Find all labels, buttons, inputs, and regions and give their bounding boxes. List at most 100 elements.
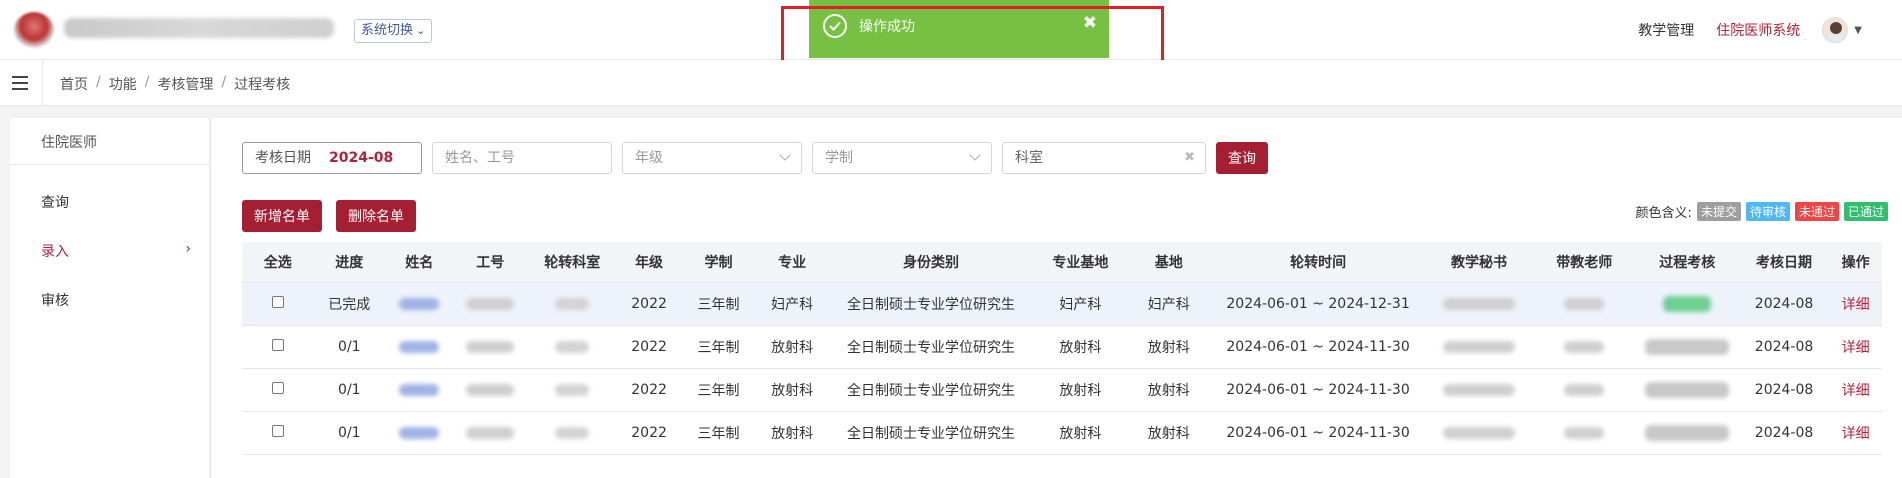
identity-cell: 全日制硕士专业学位研究生 bbox=[827, 368, 1035, 412]
assessment-status-blurred[interactable] bbox=[1645, 338, 1730, 355]
breadcrumb-home[interactable]: 首页 bbox=[60, 74, 88, 94]
col-secretary: 教学秘书 bbox=[1425, 242, 1533, 283]
sidebar-item-review[interactable]: 审核 bbox=[41, 290, 191, 310]
system-switch-select[interactable]: 系统切换 ⌄ bbox=[354, 19, 433, 43]
assessment-status-blurred[interactable] bbox=[1645, 424, 1730, 441]
col-assessment-date: 考核日期 bbox=[1738, 242, 1830, 283]
base-cell: 放射科 bbox=[1126, 411, 1211, 455]
nav-resident-system[interactable]: 住院医师系统 bbox=[1716, 20, 1800, 40]
assessment-date-cell: 2024-08 bbox=[1738, 325, 1830, 369]
site-name-blurred bbox=[64, 18, 334, 38]
nav-teaching-management[interactable]: 教学管理 bbox=[1638, 20, 1694, 40]
col-teacher: 带教老师 bbox=[1532, 242, 1636, 283]
detail-link[interactable]: 详细 bbox=[1829, 411, 1882, 455]
assessment-table: 全选 进度 姓名 工号 轮转科室 年级 学制 专业 身份类别 专业基地 基地 轮… bbox=[242, 242, 1882, 455]
query-button[interactable]: 查询 bbox=[1216, 142, 1268, 174]
secretary-blurred bbox=[1443, 340, 1516, 353]
breadcrumb: 首页 / 功能 / 考核管理 / 过程考核 bbox=[60, 74, 291, 94]
id-blurred bbox=[466, 340, 515, 353]
status-badge-passed: 已通过 bbox=[1843, 202, 1888, 221]
sidebar-item-entry[interactable]: 录入 › bbox=[41, 241, 191, 261]
date-label: 考核日期 bbox=[255, 150, 311, 166]
sidebar-item-label: 录入 bbox=[41, 244, 69, 260]
col-select-all[interactable]: 全选 bbox=[242, 242, 314, 283]
row-checkbox[interactable] bbox=[271, 295, 284, 308]
sidebar-item-query[interactable]: 查询 bbox=[41, 192, 191, 212]
col-name: 姓名 bbox=[385, 242, 454, 283]
base-cell: 放射科 bbox=[1126, 368, 1211, 412]
avatar[interactable] bbox=[1822, 17, 1849, 43]
sidebar-section-title: 住院医师 bbox=[41, 135, 97, 151]
detail-link[interactable]: 详细 bbox=[1829, 282, 1882, 326]
col-id: 工号 bbox=[453, 242, 528, 283]
sidebar: 住院医师 查询 录入 › 审核 bbox=[10, 118, 210, 478]
clear-icon[interactable]: ✖ bbox=[1184, 143, 1195, 173]
identity-cell: 全日制硕士专业学位研究生 bbox=[827, 282, 1035, 326]
progress-cell: 0/1 bbox=[313, 368, 386, 412]
dept-blurred bbox=[555, 340, 590, 353]
teacher-blurred bbox=[1564, 426, 1605, 439]
assessment-status-blurred[interactable] bbox=[1663, 295, 1712, 312]
name-blurred[interactable] bbox=[399, 383, 440, 396]
dept-blurred bbox=[555, 426, 590, 439]
chevron-down-icon: ⌄ bbox=[416, 24, 426, 37]
secretary-blurred bbox=[1443, 297, 1516, 310]
table-row: 0/1 2022 三年制 放射科 全日制硕士专业学位研究生 放射科 放射科 20… bbox=[242, 411, 1882, 455]
system-select[interactable]: 学制 bbox=[812, 142, 992, 174]
legend-label: 颜色含义: bbox=[1635, 206, 1692, 221]
grade-cell: 2022 bbox=[617, 368, 681, 412]
grade-select[interactable]: 年级 bbox=[622, 142, 802, 174]
assessment-date-field[interactable]: 考核日期 2024-08 bbox=[242, 142, 422, 174]
system-cell: 三年制 bbox=[680, 282, 757, 326]
hospital-logo bbox=[14, 12, 54, 48]
assessment-status-blurred[interactable] bbox=[1645, 381, 1730, 398]
teacher-blurred bbox=[1564, 297, 1605, 310]
teacher-blurred bbox=[1564, 340, 1605, 353]
base-cell: 放射科 bbox=[1126, 325, 1211, 369]
col-process-assessment: 过程考核 bbox=[1635, 242, 1739, 283]
name-blurred[interactable] bbox=[399, 426, 440, 439]
col-identity: 身份类别 bbox=[827, 242, 1035, 283]
id-blurred bbox=[466, 383, 515, 396]
secretary-blurred bbox=[1443, 426, 1516, 439]
caret-down-icon[interactable]: ▼ bbox=[1854, 25, 1862, 36]
row-checkbox[interactable] bbox=[271, 424, 284, 437]
name-blurred[interactable] bbox=[399, 340, 440, 353]
breadcrumb-assessment-management[interactable]: 考核管理 bbox=[157, 74, 213, 94]
breadcrumb-bar: 首页 / 功能 / 考核管理 / 过程考核 bbox=[0, 60, 1902, 106]
detail-link[interactable]: 详细 bbox=[1829, 325, 1882, 369]
progress-cell: 0/1 bbox=[313, 411, 386, 455]
department-select[interactable]: 科室 ✖ bbox=[1002, 142, 1206, 174]
secretary-blurred bbox=[1443, 383, 1516, 396]
dept-blurred bbox=[555, 297, 590, 310]
delete-list-button[interactable]: 删除名单 bbox=[336, 200, 416, 232]
table-header-row: 全选 进度 姓名 工号 轮转科室 年级 学制 专业 身份类别 专业基地 基地 轮… bbox=[242, 242, 1882, 283]
progress-cell: 已完成 bbox=[313, 282, 386, 326]
major-base-cell: 妇产科 bbox=[1034, 282, 1127, 326]
system-cell: 三年制 bbox=[680, 325, 757, 369]
major-cell: 放射科 bbox=[756, 411, 828, 455]
sidebar-item-label: 审核 bbox=[41, 293, 69, 309]
base-cell: 妇产科 bbox=[1126, 282, 1211, 326]
add-list-button[interactable]: 新增名单 bbox=[242, 200, 322, 232]
col-system: 学制 bbox=[680, 242, 757, 283]
name-search-input[interactable]: 姓名、工号 bbox=[432, 142, 612, 174]
system-cell: 三年制 bbox=[680, 411, 757, 455]
rotation-period-cell: 2024-06-01 ~ 2024-12-31 bbox=[1210, 282, 1426, 326]
action-bar: 新增名单 删除名单 bbox=[242, 200, 416, 232]
name-blurred[interactable] bbox=[399, 297, 440, 310]
system-switch-label: 系统切换 bbox=[361, 23, 414, 38]
detail-link[interactable]: 详细 bbox=[1829, 368, 1882, 412]
highlight-frame bbox=[781, 6, 1164, 63]
menu-icon[interactable] bbox=[12, 76, 28, 90]
main-panel: 考核日期 2024-08 姓名、工号 年级 学制 科室 ✖ 查询 新增名单 删除名单… bbox=[212, 118, 1902, 478]
col-rotation-period: 轮转时间 bbox=[1210, 242, 1426, 283]
row-checkbox[interactable] bbox=[271, 381, 284, 394]
row-checkbox[interactable] bbox=[271, 338, 284, 351]
breadcrumb-function[interactable]: 功能 bbox=[109, 74, 137, 94]
assessment-date-cell: 2024-08 bbox=[1738, 368, 1830, 412]
identity-cell: 全日制硕士专业学位研究生 bbox=[827, 411, 1035, 455]
grade-cell: 2022 bbox=[617, 411, 681, 455]
id-blurred bbox=[466, 426, 515, 439]
identity-cell: 全日制硕士专业学位研究生 bbox=[827, 325, 1035, 369]
